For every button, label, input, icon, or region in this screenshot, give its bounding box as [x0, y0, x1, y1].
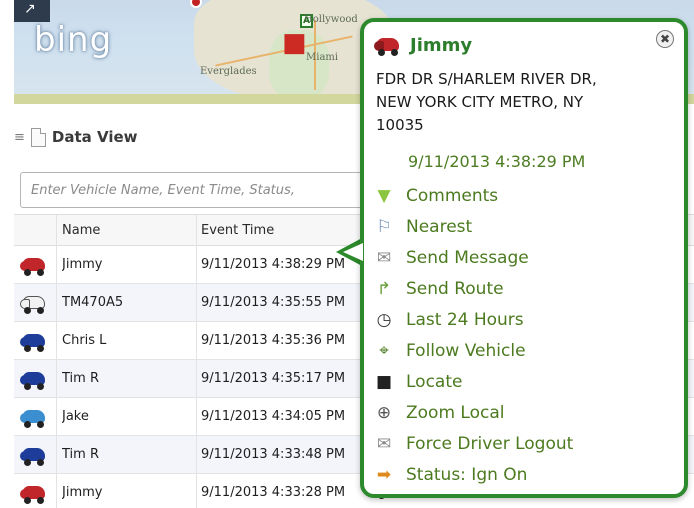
vehicle-cell	[14, 360, 56, 397]
nearest-icon: ⚐	[376, 216, 392, 237]
comments-icon: ▼	[377, 185, 391, 206]
vehicle-white-car-icon	[20, 292, 50, 314]
popup-header: Jimmy	[374, 34, 472, 56]
vehicle-cell	[14, 398, 56, 435]
data-view-header: ≡ Data View	[14, 120, 138, 154]
event-time: 9/11/2013 4:34:05 PM	[196, 398, 366, 435]
vehicle-name: Tim R	[62, 371, 99, 386]
action-label: Comments	[406, 185, 499, 206]
column-divider	[56, 436, 57, 473]
column-header-name[interactable]: Name	[62, 215, 190, 245]
collapse-icon[interactable]: ≡	[14, 130, 25, 145]
vehicle-cell	[14, 436, 56, 473]
popup-title: Jimmy	[410, 34, 473, 56]
popup-address: FDR DR S/HARLEM RIVER DR, NEW YORK CITY …	[376, 68, 676, 137]
action-last-24-hours[interactable]: ◷ Last 24 Hours	[372, 304, 672, 335]
close-icon[interactable]: ✖	[656, 30, 674, 48]
event-time: 9/11/2013 4:33:28 PM	[196, 474, 366, 508]
action-locate[interactable]: ■ Locate	[372, 366, 672, 397]
event-time: 9/11/2013 4:35:55 PM	[196, 284, 366, 321]
action-label: Nearest	[406, 216, 473, 237]
vehicle-red-truck-icon	[20, 482, 50, 504]
action-send-message[interactable]: ✉ Send Message	[372, 242, 672, 273]
vehicle-name: Chris L	[62, 333, 107, 348]
vehicle-name: Tim R	[62, 447, 99, 462]
popup-action-list: ▼ Comments ⚐ Nearest ✉ Send Message ↱ Send Rout…	[372, 180, 672, 490]
event-time: 9/11/2013 4:35:36 PM	[196, 322, 366, 359]
event-time: 9/11/2013 4:33:48 PM	[196, 436, 366, 473]
column-divider	[56, 284, 57, 321]
zoom-icon: ⊕	[376, 402, 392, 423]
vehicle-light-blue-truck-icon	[20, 406, 50, 428]
vehicle-name: Jimmy	[62, 485, 103, 500]
vehicle-cell	[14, 322, 56, 359]
vehicle-popup: ✖ Jimmy FDR DR S/HARLEM RIVER DR, NEW YO…	[360, 18, 688, 498]
action-label: Zoom Local	[406, 402, 505, 423]
action-send-route[interactable]: ↱ Send Route	[372, 273, 672, 304]
column-divider	[56, 474, 57, 508]
action-label: Send Route	[406, 278, 504, 299]
column-divider	[56, 246, 57, 283]
column-divider	[56, 360, 57, 397]
vehicle-cell	[14, 474, 56, 508]
expand-icon: ↗	[24, 1, 36, 17]
binoculars-icon: ■	[375, 371, 393, 392]
action-nearest[interactable]: ⚐ Nearest	[372, 211, 672, 242]
action-label: Last 24 Hours	[406, 309, 524, 330]
action-zoom-local[interactable]: ⊕ Zoom Local	[372, 397, 672, 428]
action-follow-vehicle[interactable]: ⌖ Follow Vehicle	[372, 335, 672, 366]
status-arrow-icon: ➡	[376, 464, 392, 485]
app-window: bing A Hollywood Miami Everglades ■ ↗ ≡ …	[0, 0, 694, 508]
route-icon: ↱	[376, 278, 392, 299]
vehicle-cell	[14, 284, 56, 321]
map-vehicle-icon[interactable]: ■	[282, 28, 307, 58]
envelope-icon: ✉	[376, 247, 392, 268]
event-time: 9/11/2013 4:35:17 PM	[196, 360, 366, 397]
popup-pointer-fill	[343, 243, 363, 261]
action-label: Locate	[406, 371, 463, 392]
vehicle-blue-truck-icon	[20, 330, 50, 352]
popup-timestamp: 9/11/2013 4:38:29 PM	[408, 152, 586, 171]
action-force-driver-logout[interactable]: ✉ Force Driver Logout	[372, 428, 672, 459]
vehicle-name: Jake	[62, 409, 89, 424]
logout-icon: ✉	[376, 433, 392, 454]
column-divider	[56, 215, 57, 245]
map-label-hollywood: Hollywood	[304, 14, 358, 25]
map-label-everglades: Everglades	[200, 66, 257, 77]
vehicle-name: Jimmy	[62, 257, 103, 272]
vehicle-cell	[14, 246, 56, 283]
action-status-ign-on[interactable]: ➡ Status: Ign On	[372, 459, 672, 490]
address-line: FDR DR S/HARLEM RIVER DR,	[376, 70, 597, 88]
map-label-miami: Miami	[306, 52, 339, 63]
address-line: 10035	[376, 116, 424, 134]
action-label: Follow Vehicle	[406, 340, 526, 361]
bing-logo: bing	[34, 20, 113, 60]
address-line: NEW YORK CITY METRO, NY	[376, 93, 584, 111]
vehicle-red-truck-icon	[20, 254, 50, 276]
document-icon	[30, 127, 46, 147]
action-comments[interactable]: ▼ Comments	[372, 180, 672, 211]
action-label: Force Driver Logout	[406, 433, 574, 454]
vehicle-blue-truck-icon	[20, 444, 50, 466]
data-view-title: Data View	[51, 128, 138, 146]
vehicle-name: TM470A5	[62, 295, 124, 310]
column-divider	[56, 398, 57, 435]
action-label: Status: Ign On	[406, 464, 528, 485]
column-divider	[56, 322, 57, 359]
search-input[interactable]: Enter Vehicle Name, Event Time, Status,	[20, 172, 380, 208]
action-label: Send Message	[406, 247, 529, 268]
follow-icon: ⌖	[379, 340, 389, 361]
map-expand-button[interactable]: ↗	[14, 0, 50, 22]
red-truck-icon	[374, 34, 404, 56]
clock-icon: ◷	[376, 309, 392, 330]
vehicle-blue-truck-icon	[20, 368, 50, 390]
